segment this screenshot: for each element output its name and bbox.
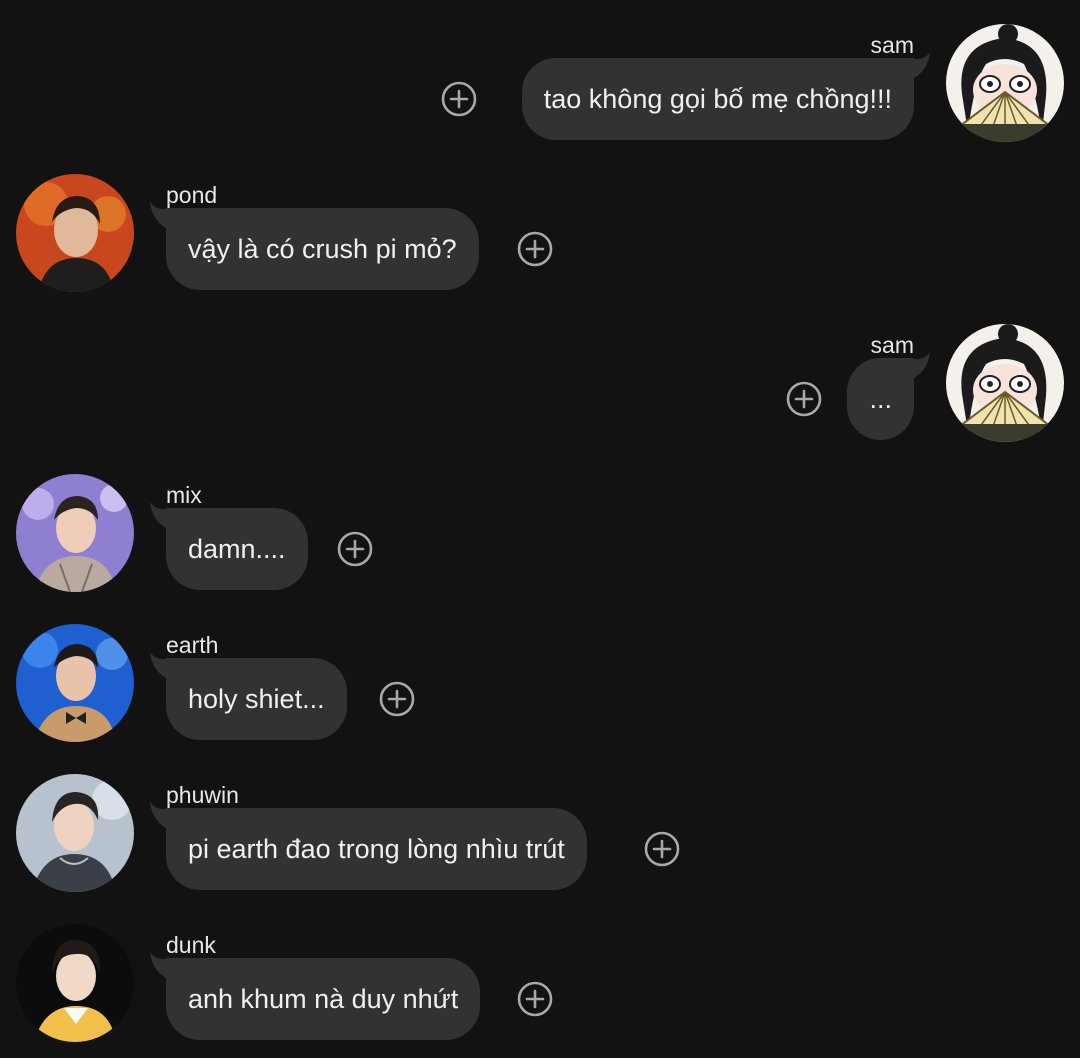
bubble-tail bbox=[906, 352, 930, 378]
mix-avatar[interactable] bbox=[16, 474, 134, 592]
sender-name: phuwin bbox=[166, 782, 239, 808]
message-row: pond vậy là có crush pi mỏ? bbox=[0, 150, 1080, 300]
sam-avatar[interactable] bbox=[946, 24, 1064, 142]
add-reaction-button[interactable] bbox=[516, 230, 554, 268]
plus-circle-icon bbox=[379, 681, 415, 717]
dunk-avatar[interactable] bbox=[16, 924, 134, 1042]
add-reaction-button[interactable] bbox=[378, 680, 416, 718]
message-bubble[interactable]: holy shiet... bbox=[166, 658, 347, 740]
message-row: earth holy shiet... bbox=[0, 600, 1080, 750]
add-reaction-button[interactable] bbox=[440, 80, 478, 118]
plus-circle-icon bbox=[337, 531, 373, 567]
plus-circle-icon bbox=[644, 831, 680, 867]
message-bubble[interactable]: ... bbox=[847, 358, 914, 440]
bubble-tail bbox=[150, 652, 174, 678]
chat-thread: sam tao không gọi bố mẹ chồng!!! pond vậ… bbox=[0, 0, 1080, 1058]
bubble-tail bbox=[150, 952, 174, 978]
message-bubble[interactable]: vậy là có crush pi mỏ? bbox=[166, 208, 479, 290]
plus-circle-icon bbox=[441, 81, 477, 117]
bubble-tail bbox=[150, 802, 174, 828]
bubble-tail bbox=[150, 502, 174, 528]
add-reaction-button[interactable] bbox=[516, 980, 554, 1018]
phuwin-avatar[interactable] bbox=[16, 774, 134, 892]
add-reaction-button[interactable] bbox=[785, 380, 823, 418]
bubble-tail bbox=[150, 202, 174, 228]
message-bubble[interactable]: anh khum nà duy nhứt bbox=[166, 958, 481, 1040]
message-row: sam ... bbox=[0, 300, 1080, 450]
add-reaction-button[interactable] bbox=[336, 530, 374, 568]
message-bubble[interactable]: tao không gọi bố mẹ chồng!!! bbox=[521, 58, 914, 140]
sam-avatar[interactable] bbox=[946, 324, 1064, 442]
message-row: phuwin pi earth đao trong lòng nhìu trút bbox=[0, 750, 1080, 900]
message-bubble[interactable]: pi earth đao trong lòng nhìu trút bbox=[166, 808, 587, 890]
add-reaction-button[interactable] bbox=[643, 830, 681, 868]
message-bubble[interactable]: damn.... bbox=[166, 508, 308, 590]
plus-circle-icon bbox=[786, 381, 822, 417]
message-row: dunk anh khum nà duy nhứt bbox=[0, 900, 1080, 1050]
message-row: mix damn.... bbox=[0, 450, 1080, 600]
bubble-tail bbox=[906, 52, 930, 78]
pond-avatar[interactable] bbox=[16, 174, 134, 292]
message-row: sam tao không gọi bố mẹ chồng!!! bbox=[0, 0, 1080, 150]
earth-avatar[interactable] bbox=[16, 624, 134, 742]
plus-circle-icon bbox=[517, 231, 553, 267]
plus-circle-icon bbox=[517, 981, 553, 1017]
